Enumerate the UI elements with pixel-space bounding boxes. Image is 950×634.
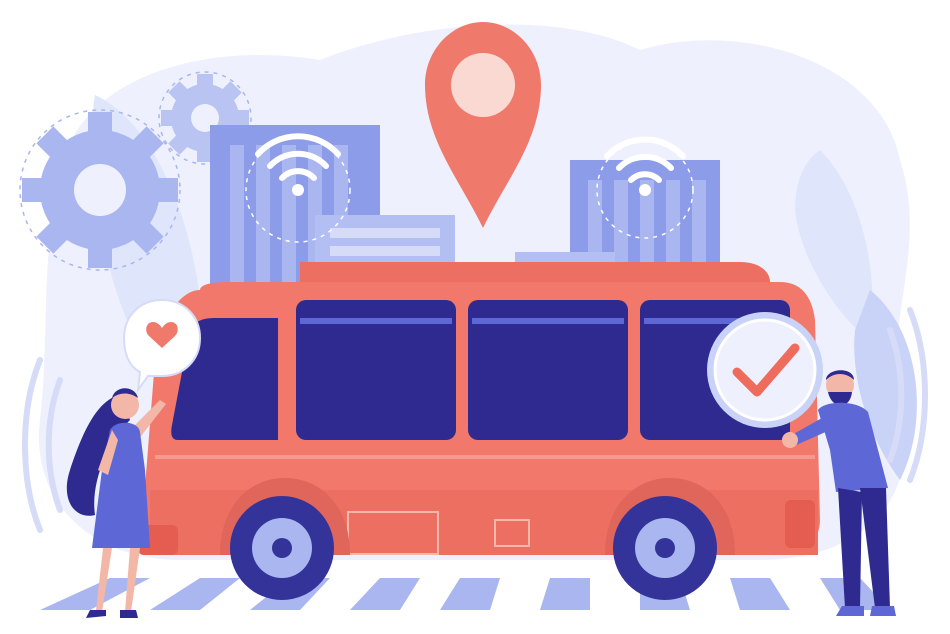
bus-wheel-right	[613, 496, 717, 600]
autonomous-bus-illustration	[19, 22, 928, 618]
bus	[138, 262, 820, 555]
bus-wheel-left	[230, 496, 334, 600]
checkmark-icon	[707, 312, 823, 428]
crosswalk	[40, 578, 890, 610]
